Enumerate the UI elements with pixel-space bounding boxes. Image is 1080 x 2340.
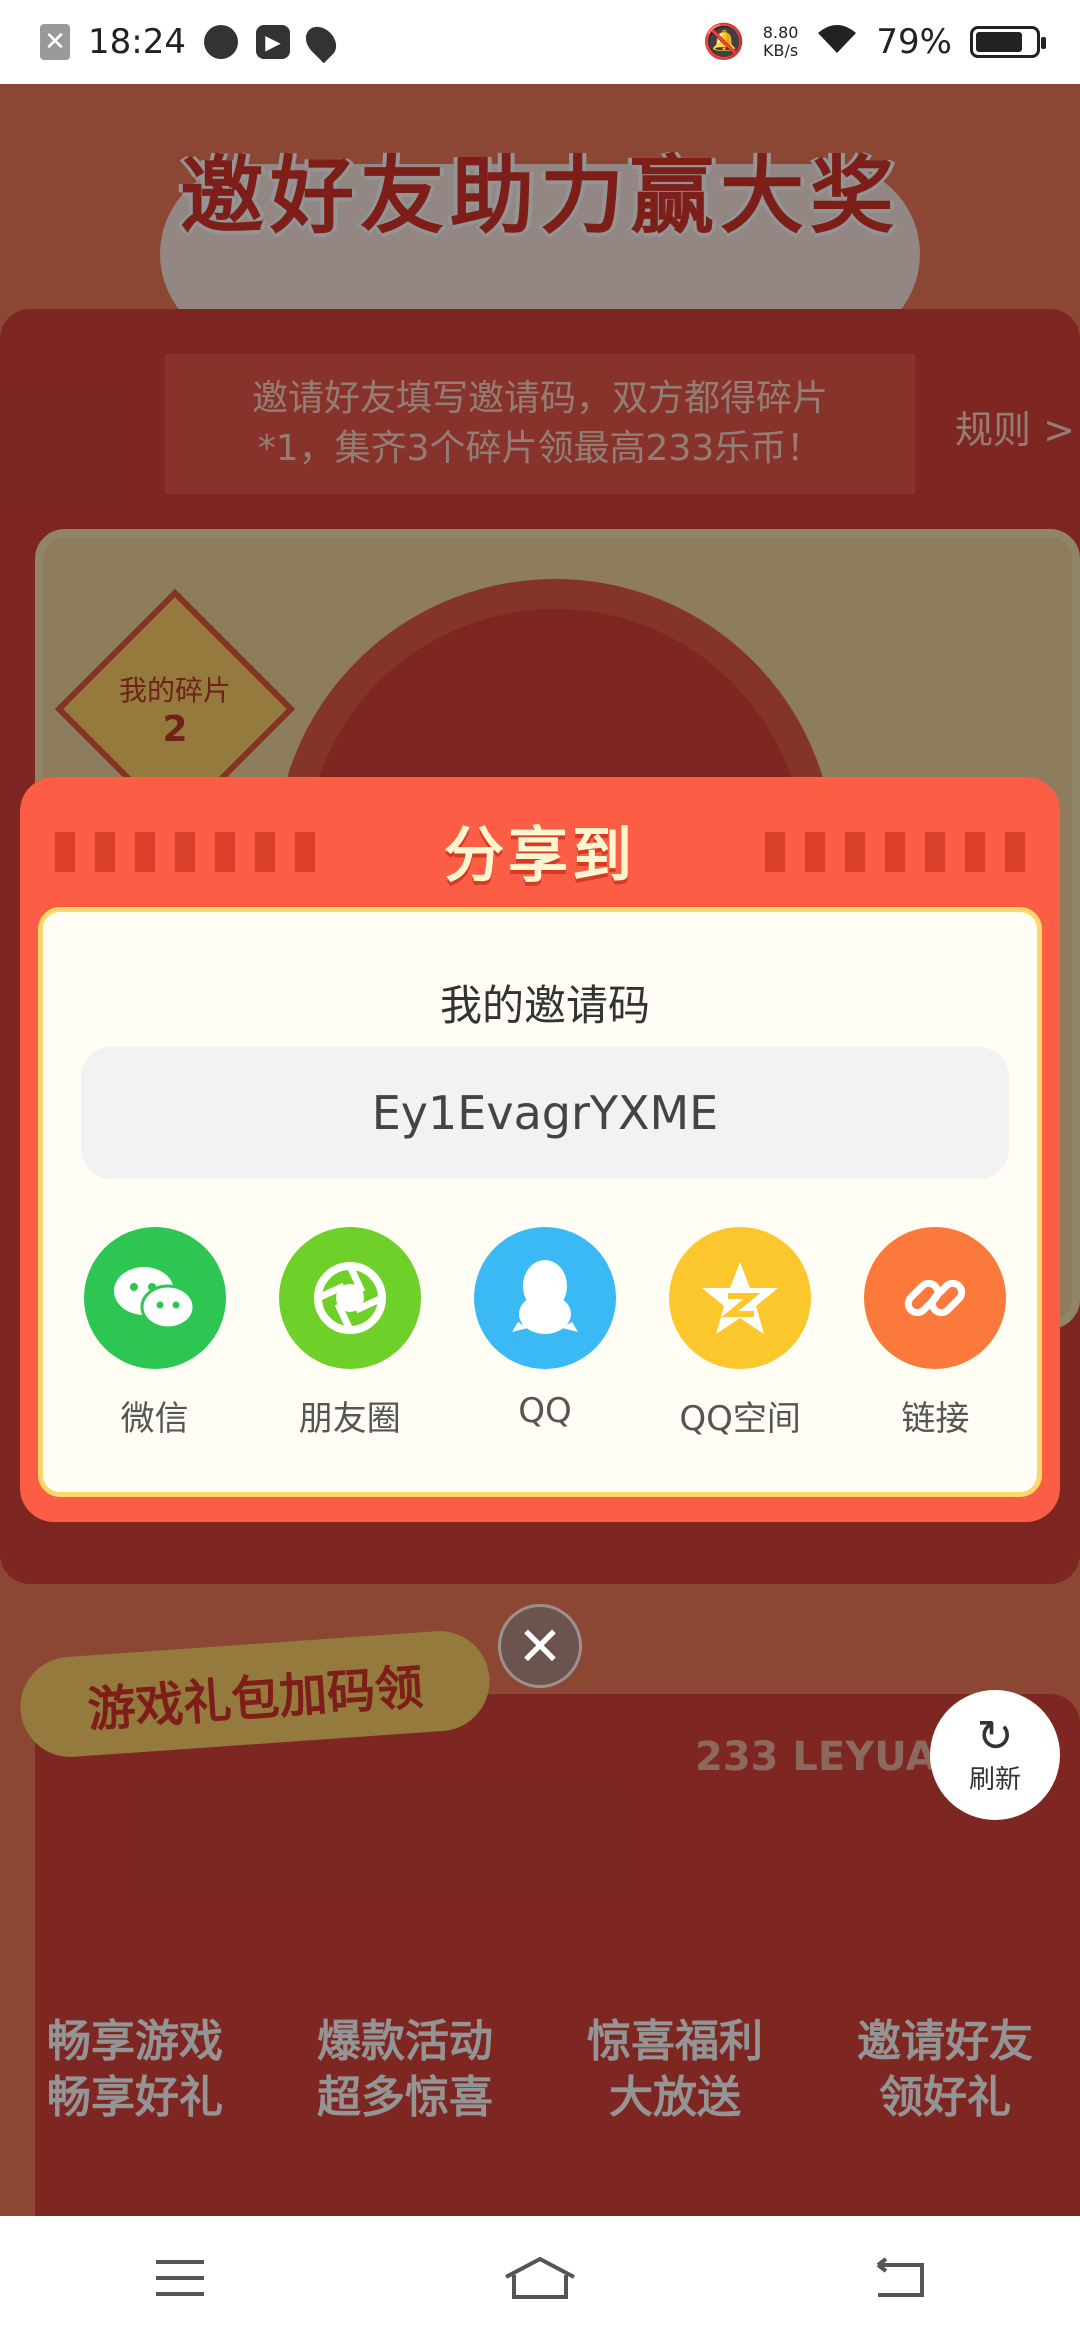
share-link[interactable]: 链接 (850, 1227, 1020, 1440)
network-speed: 8.80 KB/s (763, 24, 799, 60)
invite-code-value: Ey1EvagrYXME (371, 1086, 719, 1140)
dialog-title: 分享到 (444, 821, 636, 891)
wifi-icon (816, 21, 858, 64)
invite-code-label: 我的邀请码 (439, 981, 650, 1030)
clock: 18:24 (88, 22, 186, 62)
back-icon (876, 2257, 924, 2297)
share-moments[interactable]: 朋友圈 (265, 1227, 435, 1440)
network-speed-unit: KB/s (763, 41, 799, 60)
qq-icon (473, 1227, 616, 1369)
network-speed-value: 8.80 (762, 23, 799, 42)
share-wechat-label: 微信 (120, 1399, 189, 1439)
share-dialog: 分享到 我的邀请码 Ey1EvagrYXME 微信 朋友圈 QQ QQ空间 链接 (20, 777, 1060, 1522)
dialog-body: 我的邀请码 Ey1EvagrYXME 微信 朋友圈 QQ QQ空间 链接 (38, 907, 1042, 1497)
share-qzone[interactable]: QQ空间 (655, 1227, 825, 1440)
close-dialog-button[interactable]: ✕ (498, 1604, 582, 1688)
qzone-icon (669, 1227, 812, 1369)
share-qzone-label: QQ空间 (679, 1399, 801, 1439)
share-qq-label: QQ (518, 1391, 572, 1431)
nav-home-button[interactable] (490, 2238, 590, 2318)
location-icon (299, 20, 343, 64)
video-app-icon: ▶ (255, 25, 290, 59)
share-targets: 微信 朋友圈 QQ QQ空间 链接 (43, 1227, 1047, 1440)
battery-icon (970, 26, 1046, 58)
invite-code-box[interactable]: Ey1EvagrYXME (81, 1047, 1009, 1179)
share-link-label: 链接 (901, 1399, 970, 1439)
nav-menu-button[interactable] (130, 2238, 230, 2318)
system-nav-bar (0, 2216, 1080, 2340)
home-icon (505, 2256, 575, 2299)
battery-percent: 79% (876, 22, 952, 62)
mute-icon: 🔕 (702, 22, 745, 62)
menu-icon (156, 2260, 204, 2296)
status-bar: ✕ 18:24 ▶ 🔕 8.80 KB/s 79% (0, 0, 1080, 84)
share-qq[interactable]: QQ (460, 1227, 630, 1440)
refresh-icon: ↻ (976, 1710, 1014, 1762)
moments-icon (278, 1227, 421, 1369)
share-moments-label: 朋友圈 (298, 1399, 401, 1439)
wechat-icon (83, 1227, 226, 1369)
refresh-button[interactable]: ↻ 刷新 (930, 1690, 1060, 1820)
share-wechat[interactable]: 微信 (70, 1227, 240, 1440)
refresh-label: 刷新 (968, 1764, 1021, 1795)
close-notification-icon: ✕ (40, 24, 70, 60)
link-icon (864, 1227, 1007, 1369)
nav-back-button[interactable] (850, 2238, 950, 2318)
speedometer-icon (203, 25, 238, 59)
close-icon: ✕ (517, 1614, 563, 1678)
